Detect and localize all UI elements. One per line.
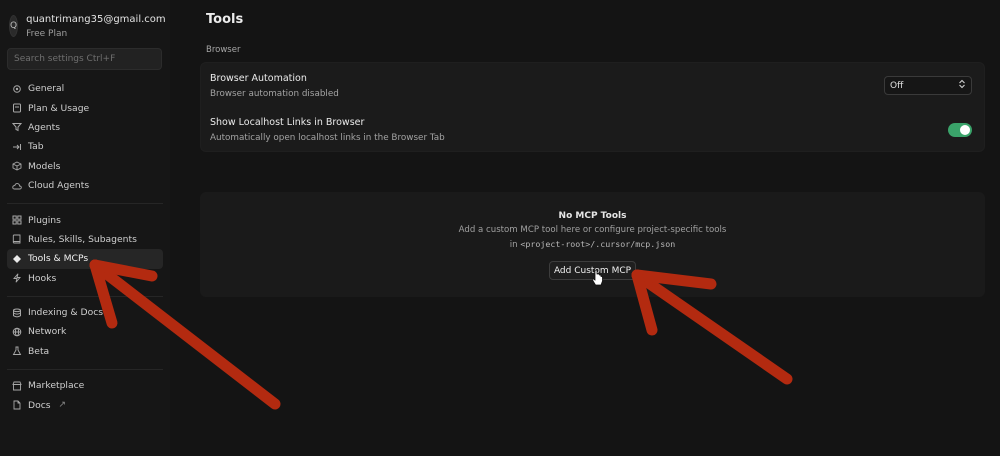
sidebar-item-label: Marketplace xyxy=(28,380,85,392)
tab-arrow-icon xyxy=(12,142,22,152)
grid-icon xyxy=(12,215,22,225)
sidebar-nav: General Plan & Usage Agents Tab Models Cloud … xyxy=(7,79,163,415)
settings-window: Q quantrimang35@gmail.com Free Plan Gene… xyxy=(0,0,1000,456)
book-icon xyxy=(12,234,22,244)
localhost-links-title: Show Localhost Links in Browser xyxy=(210,116,365,128)
diamond-icon xyxy=(12,254,22,264)
sidebar-item-cloud-agents[interactable]: Cloud Agents xyxy=(7,176,163,195)
localhost-links-row: Show Localhost Links in Browser Automati… xyxy=(201,108,984,151)
gear-icon xyxy=(12,84,22,94)
mcp-config-path: <project-root>/.cursor/mcp.json xyxy=(520,239,676,249)
sidebar-divider xyxy=(7,203,163,205)
sidebar-item-plugins[interactable]: Plugins xyxy=(7,210,163,229)
store-icon xyxy=(12,381,22,391)
mcp-empty-card: No MCP Tools Add a custom MCP tool here … xyxy=(200,192,985,297)
sidebar-item-label: Cloud Agents xyxy=(28,180,90,192)
sidebar-divider xyxy=(7,295,163,297)
localhost-links-desc: Automatically open localhost links in th… xyxy=(210,132,445,143)
sidebar-item-label: Hooks xyxy=(28,272,57,284)
sidebar-item-label: Plugins xyxy=(28,214,61,226)
sidebar-divider xyxy=(7,369,163,371)
sidebar-item-label: Plan & Usage xyxy=(28,102,90,114)
avatar: Q xyxy=(9,15,19,37)
account-email: quantrimang35@gmail.com xyxy=(26,13,166,25)
section-label-browser: Browser xyxy=(206,45,241,55)
sidebar-item-label: Network xyxy=(28,326,67,338)
account-plan: Free Plan xyxy=(26,28,68,39)
sidebar-item-label: Beta xyxy=(28,345,50,357)
sidebar: Q quantrimang35@gmail.com Free Plan Gene… xyxy=(0,0,170,456)
main-panel: Tools Browser Browser Automation Browser… xyxy=(170,0,1000,456)
localhost-links-toggle[interactable] xyxy=(948,122,972,137)
sidebar-item-label: Models xyxy=(28,160,61,172)
document-icon xyxy=(12,103,22,113)
mcp-empty-line1: Add a custom MCP tool here or configure … xyxy=(458,225,727,235)
account-header[interactable]: Q quantrimang35@gmail.com Free Plan xyxy=(7,10,166,42)
sidebar-item-indexing-docs[interactable]: Indexing & Docs xyxy=(7,303,163,322)
browser-automation-select[interactable]: Off xyxy=(884,76,972,95)
sidebar-item-beta[interactable]: Beta xyxy=(7,342,163,361)
browser-automation-desc: Browser automation disabled xyxy=(210,88,339,99)
globe-icon xyxy=(12,327,22,337)
add-custom-mcp-button[interactable]: Add Custom MCP xyxy=(548,261,637,280)
browser-automation-value: Off xyxy=(890,80,904,91)
cube-icon xyxy=(12,161,22,171)
sidebar-item-marketplace[interactable]: Marketplace xyxy=(7,376,163,395)
sidebar-item-plan-usage[interactable]: Plan & Usage xyxy=(7,98,163,117)
toggle-knob xyxy=(960,124,970,135)
sidebar-item-models[interactable]: Models xyxy=(7,157,163,176)
browser-automation-row: Browser Automation Browser automation di… xyxy=(201,63,984,108)
external-link-icon: ↗ xyxy=(58,400,67,411)
sidebar-item-tab[interactable]: Tab xyxy=(7,137,163,156)
cloud-icon xyxy=(12,181,22,191)
flask-icon xyxy=(12,346,22,356)
sidebar-item-label: Docs xyxy=(28,399,51,411)
search-input[interactable] xyxy=(7,48,162,70)
browser-automation-title: Browser Automation xyxy=(210,72,307,84)
sidebar-item-label: Tab xyxy=(28,141,44,153)
chevron-updown-icon xyxy=(958,79,966,92)
browser-settings-card: Browser Automation Browser automation di… xyxy=(200,62,985,152)
mcp-empty-line2: in <project-root>/.cursor/mcp.json xyxy=(510,239,675,250)
page-title: Tools xyxy=(206,12,244,27)
sidebar-item-label: Agents xyxy=(28,121,60,133)
mcp-line2-prefix: in xyxy=(509,240,521,250)
sidebar-item-network[interactable]: Network xyxy=(7,322,163,341)
database-icon xyxy=(12,308,22,318)
sidebar-item-label: General xyxy=(28,83,65,95)
funnel-icon xyxy=(12,122,22,132)
sidebar-item-label: Indexing & Docs xyxy=(28,307,104,319)
sidebar-item-label: Rules, Skills, Subagents xyxy=(28,233,137,245)
sidebar-item-hooks[interactable]: Hooks xyxy=(7,269,163,288)
sidebar-item-label: Tools & MCPs xyxy=(28,253,89,265)
sidebar-item-tools-mcps[interactable]: Tools & MCPs xyxy=(7,249,163,269)
doc-icon xyxy=(12,400,22,410)
mcp-empty-title: No MCP Tools xyxy=(558,211,627,221)
sidebar-item-agents[interactable]: Agents xyxy=(7,118,163,137)
sidebar-item-rules-skills-subagents[interactable]: Rules, Skills, Subagents xyxy=(7,230,163,249)
sidebar-item-general[interactable]: General xyxy=(7,79,163,98)
sidebar-item-docs[interactable]: Docs ↗ xyxy=(7,395,163,414)
bolt-icon xyxy=(12,273,22,283)
